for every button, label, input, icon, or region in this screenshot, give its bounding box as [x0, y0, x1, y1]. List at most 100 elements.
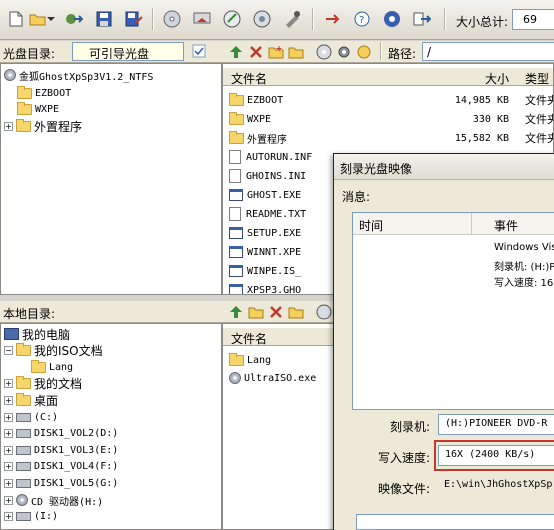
local-tree-item[interactable]: + DISK1_VOL4(F:)	[4, 459, 118, 475]
local-tree-item[interactable]: Lang	[31, 359, 73, 375]
chevron-down-icon[interactable]	[46, 9, 56, 29]
total-size-label: 大小总计:	[456, 15, 509, 29]
folder-icon	[229, 130, 244, 144]
file-name: 外置程序	[247, 134, 287, 146]
settings-gear-icon[interactable]	[334, 42, 354, 62]
column-header-time[interactable]: 时间	[359, 217, 383, 234]
file-row-ultraiso[interactable]: UltraISO.exe	[229, 370, 316, 386]
delete-icon[interactable]	[266, 302, 286, 322]
image-file-path[interactable]: E:\win\JhGhostXpSp	[438, 476, 554, 497]
folder-icon	[16, 118, 31, 132]
local-tree-item[interactable]: + DISK1_VOL2(D:)	[4, 426, 118, 442]
expand-icon[interactable]: +	[4, 495, 13, 505]
file-row[interactable]: EZBOOT 14,985 KB 文件夹	[229, 92, 553, 108]
compress-icon[interactable]	[222, 9, 242, 29]
expand-icon[interactable]: −	[4, 346, 13, 356]
up-arrow-icon[interactable]	[226, 302, 246, 322]
svg-text:?: ?	[359, 15, 364, 26]
expand-icon[interactable]: +	[4, 412, 13, 422]
tree-item-ezboot[interactable]: EZBOOT	[17, 85, 71, 101]
folder-icon	[16, 343, 31, 357]
options-icon[interactable]	[322, 9, 342, 29]
burner-label: 刻录机:	[390, 420, 431, 434]
folder-icon	[16, 376, 31, 390]
tree-item-wxpe[interactable]: WXPE	[17, 101, 59, 117]
volume-properties-icon[interactable]	[190, 42, 208, 60]
burn-image-dialog: 刻录光盘映像 消息: 时间 事件 Windows Vista 刻录机: (H:)…	[333, 153, 554, 530]
rename-icon[interactable]	[286, 42, 306, 62]
expand-icon[interactable]: +	[4, 395, 13, 405]
file-row[interactable]: WXPE 330 KB 文件夹	[229, 111, 553, 127]
tree-item-label: Lang	[49, 361, 74, 373]
add-to-image-icon[interactable]	[314, 302, 334, 322]
rename-icon[interactable]	[286, 302, 306, 322]
local-tree-item[interactable]: − 我的ISO文档	[4, 343, 103, 359]
path-label: 路径:	[388, 47, 417, 61]
up-arrow-icon[interactable]	[226, 42, 246, 62]
convert-icon[interactable]	[252, 9, 272, 29]
local-tree-item[interactable]: 我的电脑	[4, 326, 70, 342]
new-folder-icon[interactable]	[266, 42, 286, 62]
file-name: EZBOOT	[247, 94, 284, 106]
local-tree-item[interactable]: + 我的文档	[4, 376, 82, 392]
local-directory-tree: 我的电脑 − 我的ISO文档 Lang + 我的文档 + 桌面 + (C:) + DISK1_VOL2…	[0, 323, 222, 530]
delete-icon[interactable]	[246, 42, 266, 62]
new-folder-icon[interactable]	[246, 302, 266, 322]
file-row[interactable]: 外置程序 15,582 KB 文件夹	[229, 130, 553, 146]
tree-item-label: CD 驱动器(H:)	[31, 496, 104, 508]
expand-icon[interactable]: +	[4, 512, 13, 522]
file-size: 330 KB	[472, 113, 509, 125]
refresh-icon[interactable]	[354, 42, 374, 62]
tree-item-label: DISK1_VOL4(F:)	[34, 461, 119, 473]
burner-select[interactable]: (H:)PIONEER DVD-R	[438, 414, 554, 435]
expand-icon[interactable]: +	[4, 462, 13, 472]
local-tree-item[interactable]: + DISK1_VOL5(G:)	[4, 475, 118, 491]
document-icon	[229, 169, 241, 183]
cd-drive-icon	[16, 494, 28, 506]
extract-icon[interactable]	[64, 9, 84, 29]
open-icon[interactable]	[28, 9, 48, 29]
path-field[interactable]: /	[422, 42, 554, 61]
local-tree-item[interactable]: + DISK1_VOL3(E:)	[4, 442, 118, 458]
expand-icon[interactable]: +	[4, 121, 13, 131]
burn-icon[interactable]	[162, 9, 182, 29]
save-icon[interactable]	[94, 9, 114, 29]
tree-item-iso-root[interactable]: 金狐GhostXpSp3V1.2_NTFS	[4, 67, 153, 83]
local-tree-item[interactable]: + 桌面	[4, 392, 58, 408]
mount-icon[interactable]	[192, 9, 212, 29]
local-tree-item[interactable]: + (I:)	[4, 509, 58, 525]
tree-item-label: 我的ISO文档	[34, 344, 103, 359]
file-name: WINNT.XPE	[247, 246, 302, 258]
local-tree-item[interactable]: + CD 驱动器(H:)	[4, 492, 103, 508]
register-icon[interactable]	[382, 9, 402, 29]
help-icon[interactable]: ?	[352, 9, 372, 29]
expand-icon[interactable]: +	[4, 379, 13, 389]
column-header-type[interactable]: 类型	[525, 70, 549, 87]
column-header-name[interactable]: 文件名	[231, 330, 267, 347]
file-row-lang[interactable]: Lang	[229, 352, 271, 368]
column-header-name[interactable]: 文件名	[231, 70, 267, 87]
folder-icon	[31, 359, 46, 373]
expand-icon[interactable]: +	[4, 478, 13, 488]
cd-directory-tree: 金狐GhostXpSp3V1.2_NTFS EZBOOT WXPE + 外置程序	[0, 63, 222, 295]
save-as-icon[interactable]	[124, 9, 144, 29]
expand-icon[interactable]: +	[4, 445, 13, 455]
checksum-icon[interactable]	[282, 9, 302, 29]
dialog-title: 刻录光盘映像	[334, 154, 554, 180]
local-tree-item[interactable]: + (C:)	[4, 409, 58, 425]
volume-label-field[interactable]: 可引导光盘	[72, 42, 184, 61]
executable-icon	[229, 246, 243, 258]
main-toolbar: ? 大小总计: 69	[0, 0, 554, 40]
column-header-event[interactable]: 事件	[494, 217, 518, 234]
executable-icon	[229, 189, 243, 201]
write-speed-select[interactable]: 16X (2400 KB/s)	[438, 445, 554, 466]
new-icon[interactable]	[6, 9, 26, 29]
executable-icon	[229, 265, 243, 277]
executable-icon	[229, 284, 243, 294]
expand-icon[interactable]: +	[4, 429, 13, 439]
column-header-size[interactable]: 大小	[485, 70, 509, 87]
tree-item-external-programs[interactable]: + 外置程序	[4, 118, 82, 134]
exit-icon[interactable]	[412, 9, 432, 29]
tree-item-label: DISK1_VOL5(G:)	[34, 477, 119, 489]
add-files-icon[interactable]	[314, 42, 334, 62]
